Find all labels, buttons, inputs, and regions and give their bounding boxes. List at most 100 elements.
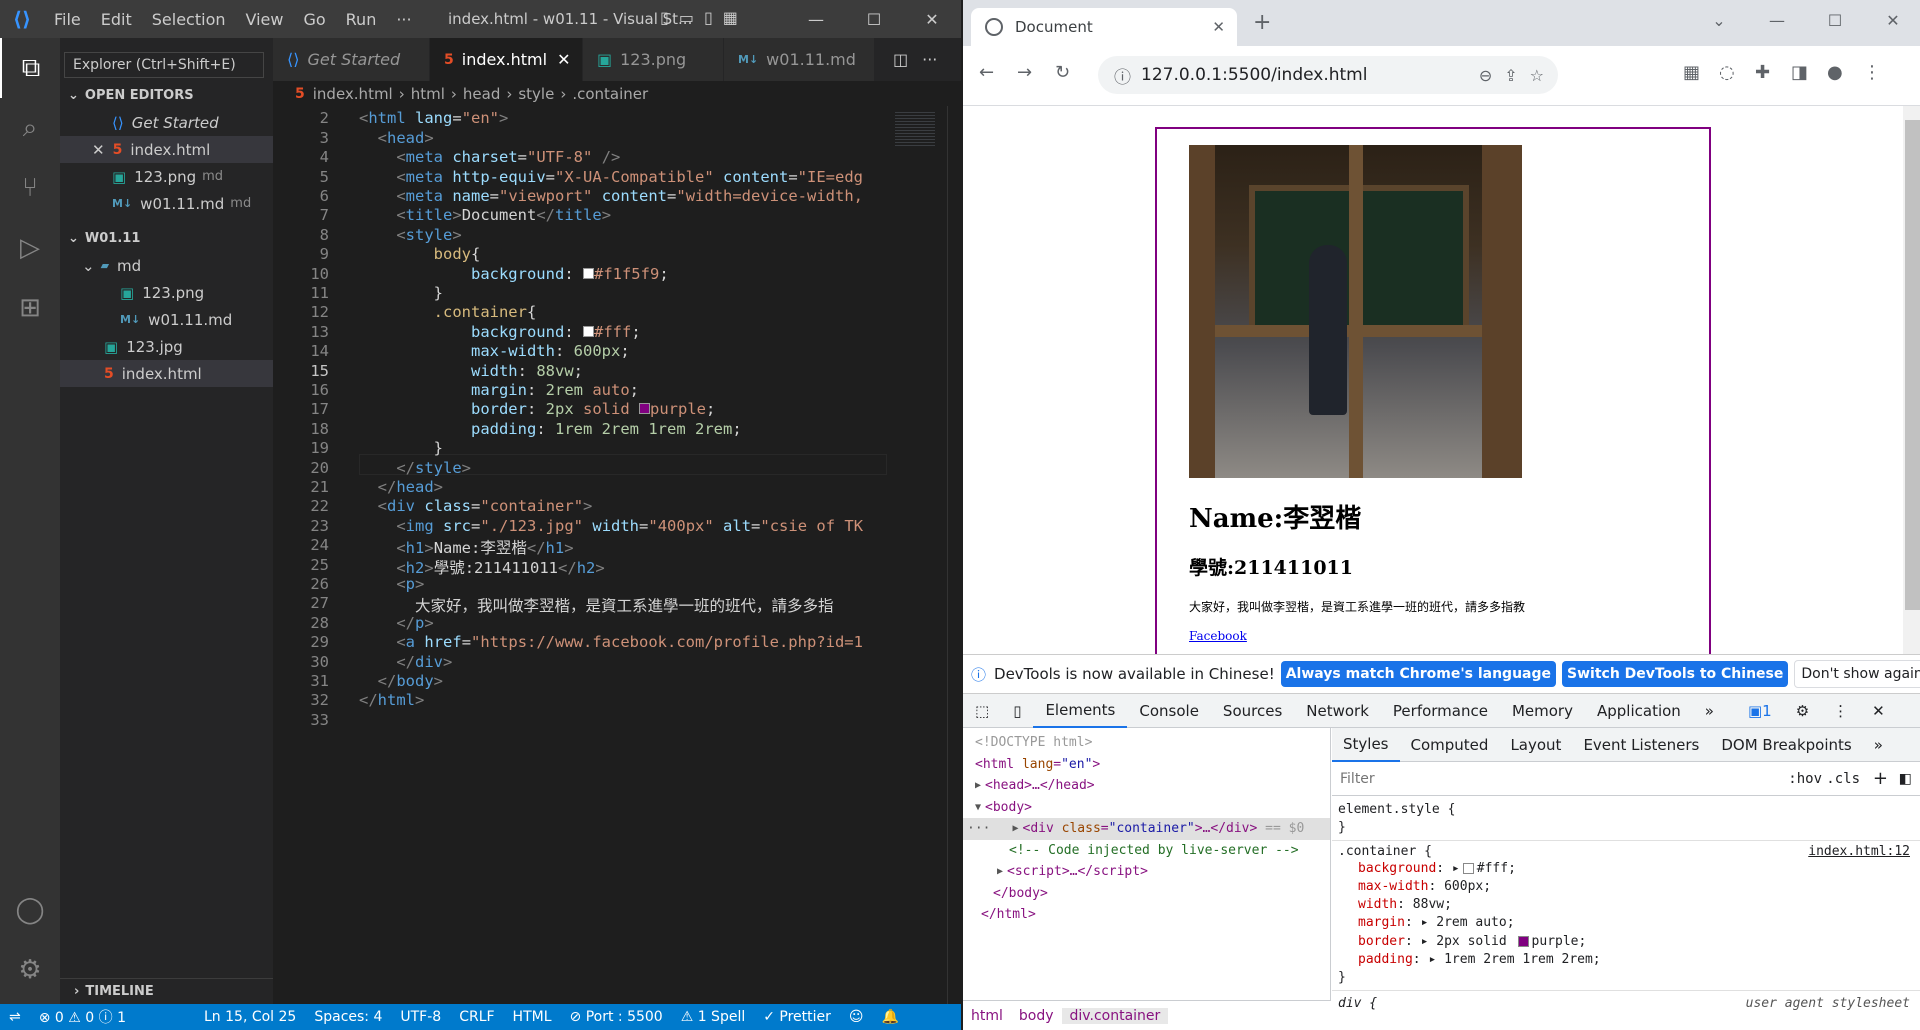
close-icon[interactable]: ✕ (1864, 0, 1920, 40)
container-rule[interactable]: .container {index.html:12 (1332, 841, 1920, 859)
tab-w01-md[interactable]: M↓ w01.11.md (724, 38, 874, 81)
indentation-status[interactable]: Spaces: 4 (305, 1009, 391, 1025)
dom-node[interactable]: <!DOCTYPE html> (963, 732, 1330, 754)
close-icon[interactable]: ✕ (1212, 18, 1225, 36)
tab-sources[interactable]: Sources (1211, 694, 1294, 728)
more-tabs-icon[interactable]: » (1863, 728, 1894, 762)
minimize-icon[interactable]: — (787, 0, 845, 38)
elements-tree[interactable]: <!DOCTYPE html> <html lang = "en" > ▶ <head>… (963, 728, 1331, 1000)
spell-check-status[interactable]: ⚠ 1 Spell (672, 1009, 755, 1025)
minimap[interactable] (887, 106, 947, 1004)
css-declaration[interactable]: border: ▸ 2px solid purple; (1332, 932, 1920, 950)
maximize-icon[interactable]: ☐ (845, 0, 903, 38)
chrome-menu-icon[interactable]: ⋮ (1863, 62, 1881, 83)
close-devtools-icon[interactable]: ✕ (1860, 694, 1897, 728)
menu-view[interactable]: View (236, 10, 294, 29)
reload-icon[interactable]: ↻ (1055, 62, 1070, 83)
tree-item[interactable]: M↓ w01.11.md (60, 306, 273, 333)
inspect-element-icon[interactable]: ⬚ (963, 694, 1001, 728)
tab-application[interactable]: Application (1585, 694, 1693, 728)
devtools-settings-icon[interactable]: ⚙ (1784, 694, 1821, 728)
dom-node[interactable]: <!-- Code injected by live-server --> (963, 840, 1330, 862)
address-bar[interactable]: ⓘ 127.0.0.1:5500/index.html ⊖ ⇪ ☆ (1098, 56, 1558, 94)
live-server-port[interactable]: ⊘ Port : 5500 (561, 1009, 672, 1025)
side-panel-icon[interactable]: ◨ (1791, 62, 1808, 83)
source-control-icon[interactable]: ⑂ (0, 158, 60, 218)
dom-crumb[interactable]: html (963, 1008, 1011, 1024)
match-language-button[interactable]: Always match Chrome's language (1280, 661, 1557, 687)
more-tabs-icon[interactable]: » (1693, 694, 1726, 728)
chrome-tab[interactable]: Document ✕ (971, 8, 1237, 46)
code-editor[interactable]: 1234567891011121314151617181920212223242… (273, 106, 887, 1004)
maximize-icon[interactable]: ☐ (1806, 0, 1864, 40)
tab-index-html[interactable]: 5 index.html ✕ (430, 38, 582, 81)
tab-computed[interactable]: Computed (1400, 728, 1500, 762)
cursor-position[interactable]: Ln 15, Col 25 (195, 1009, 305, 1025)
dont-show-again-button[interactable]: Don't show again (1794, 660, 1920, 688)
open-editor-item[interactable]: M↓ w01.11.md md (60, 190, 273, 217)
facebook-link[interactable]: Facebook (1189, 629, 1677, 643)
toggle-panel-icon[interactable]: ▭ (679, 8, 694, 27)
tree-item[interactable]: ▣ 123.jpg (60, 333, 273, 360)
css-declaration[interactable]: max-width: 600px; (1332, 877, 1920, 895)
breadcrumb-item[interactable]: head (463, 85, 500, 103)
back-icon[interactable]: ← (979, 62, 994, 83)
dom-crumb[interactable]: body (1011, 1008, 1062, 1024)
dom-node[interactable]: ▼ <body> (963, 797, 1330, 819)
customize-layout-icon[interactable]: ▦ (723, 8, 738, 27)
language-mode[interactable]: HTML (504, 1009, 561, 1025)
tab-layout[interactable]: Layout (1499, 728, 1572, 762)
color-swatch[interactable] (1462, 862, 1474, 874)
dom-node[interactable]: ▶ <script>…</script> (963, 861, 1330, 883)
split-editor-icon[interactable]: ◫ (893, 50, 908, 69)
tree-item[interactable]: 5 index.html (60, 360, 273, 387)
dom-node-selected[interactable]: ··· ▶ <div class = "container" >…</div> == $0 (963, 818, 1330, 840)
tab-search-icon[interactable]: ⌄ (1690, 0, 1748, 40)
breadcrumb-item[interactable]: index.html (313, 85, 393, 103)
css-declaration[interactable]: background: ▸ #fff; (1332, 859, 1920, 877)
more-actions-icon[interactable]: ··· (922, 50, 937, 69)
eol-status[interactable]: CRLF (450, 1009, 503, 1025)
extension-icon[interactable]: ◌ (1719, 62, 1735, 83)
extension-icon[interactable]: ▦ (1683, 62, 1700, 83)
dom-crumb[interactable]: div.container (1061, 1007, 1169, 1024)
menu-edit[interactable]: Edit (91, 10, 142, 29)
timeline-header[interactable]: › TIMELINE (60, 978, 273, 1004)
menu-more[interactable]: ··· (386, 10, 421, 29)
run-debug-icon[interactable]: ▷ (0, 218, 60, 278)
hov-toggle[interactable]: :hov (1788, 771, 1822, 787)
tab-network[interactable]: Network (1294, 694, 1381, 728)
dom-node[interactable]: ▶ <head>…</head> (963, 775, 1330, 797)
scrollbar-thumb[interactable] (1905, 120, 1920, 610)
breadcrumb-item[interactable]: html (411, 85, 445, 103)
dom-node[interactable]: <html lang = "en" > (963, 754, 1330, 776)
tab-dom-breakpoints[interactable]: DOM Breakpoints (1710, 728, 1862, 762)
tab-get-started[interactable]: ⟨⟩ Get Started (273, 38, 429, 81)
tree-item[interactable]: ⌄ ▰ md (60, 252, 273, 279)
zoom-icon[interactable]: ⊖ (1479, 66, 1492, 85)
new-tab-icon[interactable]: + (1253, 10, 1271, 35)
toggle-sidebar-icon[interactable]: ▯ (660, 8, 669, 27)
encoding-status[interactable]: UTF-8 (391, 1009, 450, 1025)
issues-badge[interactable]: ▣ 1 (1736, 694, 1784, 728)
new-style-rule-icon[interactable]: + (1873, 768, 1888, 789)
remote-icon[interactable]: ⇌ (0, 1009, 30, 1025)
ua-rule[interactable]: div {user agent stylesheet (1332, 991, 1920, 1011)
share-icon[interactable]: ⇪ (1504, 66, 1517, 85)
problems-status[interactable]: ⊗ 0 ⚠ 0 ⓘ 1 (30, 1007, 135, 1027)
forward-icon[interactable]: → (1017, 62, 1032, 83)
toggle-sidebar-icon[interactable]: ◧ (1899, 771, 1912, 787)
breadcrumb-item[interactable]: .container (572, 85, 648, 103)
bookmark-star-icon[interactable]: ☆ (1530, 66, 1544, 85)
toggle-secondary-sidebar-icon[interactable]: ▯ (704, 8, 713, 27)
explorer-icon[interactable]: ⧉ (0, 38, 60, 98)
css-declaration[interactable]: width: 88vw; (1332, 895, 1920, 913)
breadcrumb-item[interactable]: style (518, 85, 554, 103)
profile-avatar-icon[interactable]: ● (1827, 62, 1843, 83)
minimize-icon[interactable]: — (1748, 0, 1806, 40)
feedback-icon[interactable]: ☺ (840, 1009, 873, 1025)
search-icon[interactable]: ⌕ (0, 98, 60, 158)
open-editors-header[interactable]: ⌄ OPEN EDITORS (60, 82, 273, 109)
switch-chinese-button[interactable]: Switch DevTools to Chinese (1562, 661, 1789, 687)
tab-event-listeners[interactable]: Event Listeners (1572, 728, 1710, 762)
